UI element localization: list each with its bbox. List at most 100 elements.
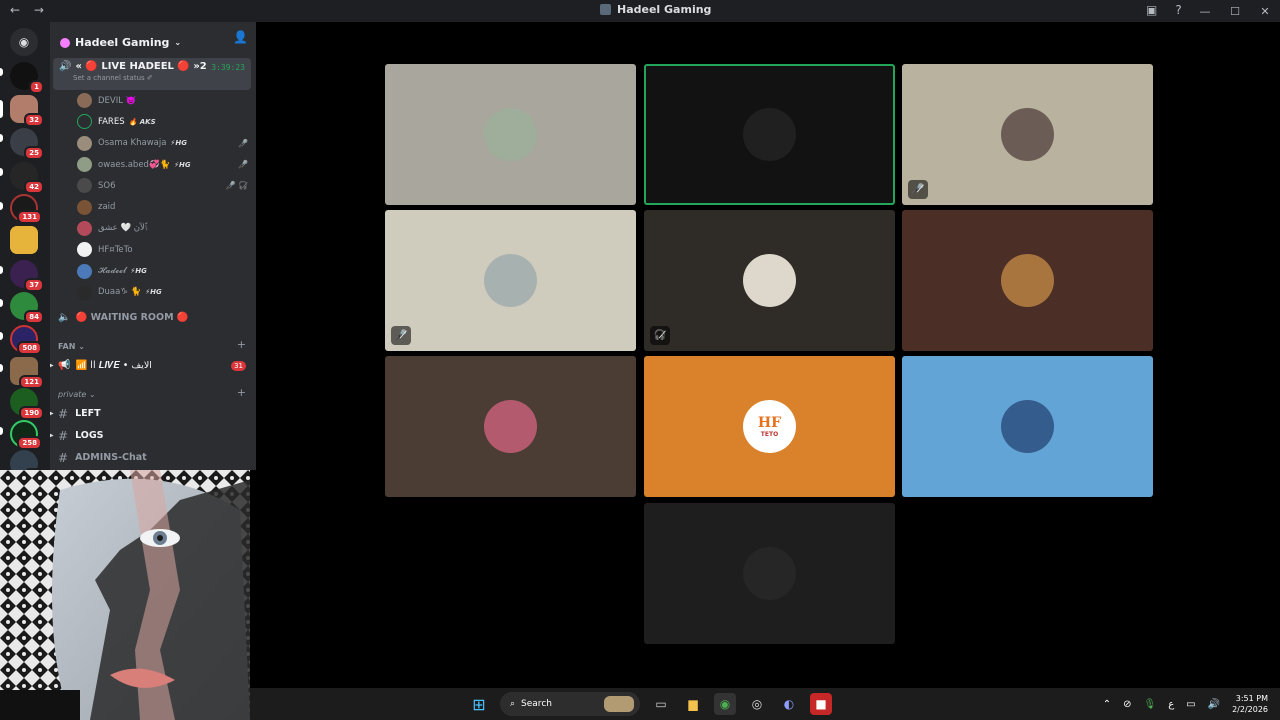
live-channel[interactable]: ▶ 📢 📶 ll 𝑳𝑰𝑽𝑬 • الايف 31: [50, 355, 256, 377]
mention-badge: 31: [231, 360, 246, 371]
server-icon[interactable]: 42: [10, 162, 44, 194]
voice-member[interactable]: HF¤TeTo: [50, 239, 256, 260]
server-icon[interactable]: 131: [10, 194, 42, 224]
text-channel[interactable]: ▶ # LOGS: [50, 425, 256, 447]
server-icon[interactable]: 190: [10, 388, 44, 420]
unread-pill: [0, 134, 3, 142]
server-icon[interactable]: 84: [10, 292, 44, 324]
chrome-icon[interactable]: ◉: [714, 693, 736, 715]
taskbar-apps: ⊞ ⌕ Search ▭ ▆ ◉ ◎ ◐ ■: [468, 692, 832, 716]
close-button[interactable]: ✕: [1250, 5, 1280, 18]
text-channel[interactable]: # ADMINS-Chat: [50, 447, 256, 469]
channel-name: ADMINS-Chat: [75, 452, 147, 464]
taskbar-search[interactable]: ⌕ Search: [500, 692, 640, 716]
voice-member[interactable]: SO6 🎤̸ 🎧̸: [50, 175, 256, 196]
server-icon[interactable]: 27: [10, 450, 44, 470]
clock-time: 3:51 PM: [1235, 694, 1268, 703]
mic-muted-icon: 🎤̸: [238, 160, 248, 170]
selected-pill: [0, 100, 3, 118]
server-icon[interactable]: 258: [10, 420, 42, 450]
voice-member[interactable]: FARES 🔥 AKS: [50, 111, 256, 132]
clock[interactable]: 3:51 PM 2/2/2026: [1232, 693, 1268, 715]
unread-arrow-icon: ▶: [50, 410, 54, 418]
microphone-icon[interactable]: 🎙: [1143, 699, 1156, 710]
speaker-icon: 🔊: [59, 61, 72, 72]
participant-tile[interactable]: [902, 356, 1153, 497]
member-name: ﭑلآن 🤍 عشق: [98, 223, 148, 234]
mic-muted-icon: 🎤̸ 🎧̸: [225, 181, 248, 191]
server-icon[interactable]: 25: [10, 128, 44, 160]
waiting-room-channel[interactable]: 🔈 🔴 WAITING ROOM 🔴: [50, 307, 256, 329]
game-app-icon[interactable]: ■: [810, 693, 832, 715]
voice-member[interactable]: 𝓗𝓪𝓭𝓮𝓮𝓵 ⚡HG: [50, 260, 256, 281]
maximize-button[interactable]: ☐: [1220, 5, 1250, 18]
server-icon[interactable]: 508: [10, 325, 42, 355]
avatar: [743, 108, 796, 161]
voice-member[interactable]: owaes.abed💞🐈 ⚡HG 🎤̸: [50, 154, 256, 175]
inbox-icon[interactable]: ▣: [1146, 3, 1157, 17]
eye-off-icon[interactable]: ⊘: [1123, 699, 1131, 710]
back-arrow-icon[interactable]: ←: [10, 3, 20, 17]
voice-member[interactable]: Duaa♑ 🐈 ⚡HG: [50, 282, 256, 303]
voice-channel-live[interactable]: 🔊 « 🔴 LIVE HADEEL 🔴 »2 3:39:23 Set a cha…: [53, 58, 251, 90]
participant-tile[interactable]: 🎧̸: [644, 210, 895, 351]
category-fan[interactable]: FAN ⌄ +: [50, 329, 256, 355]
member-name: 𝓗𝓪𝓭𝓮𝓮𝓵: [98, 266, 127, 277]
discord-icon[interactable]: ◐: [778, 693, 800, 715]
participant-tile[interactable]: [902, 210, 1153, 351]
server-icon[interactable]: [10, 226, 38, 254]
participant-tile[interactable]: 🎤̸: [902, 64, 1153, 205]
help-icon[interactable]: ?: [1175, 3, 1181, 17]
avatar: [77, 263, 92, 279]
avatar: [743, 254, 796, 307]
participant-tile[interactable]: [385, 64, 636, 205]
text-channel[interactable]: ▶ # LEFT: [50, 403, 256, 425]
boost-icon: [60, 37, 70, 48]
server-icon[interactable]: 1: [10, 62, 44, 94]
window-title-text: Hadeel Gaming: [617, 3, 712, 16]
participant-tile[interactable]: [644, 503, 895, 644]
mic-muted-icon: 🎤̸: [391, 326, 411, 345]
file-explorer-icon[interactable]: ▆: [682, 693, 704, 715]
participant-tile[interactable]: [644, 64, 895, 205]
participant-tile[interactable]: [385, 356, 636, 497]
language-indicator[interactable]: ع: [1168, 699, 1174, 710]
voice-member[interactable]: Osama Khawaja ⚡HG 🎤̸: [50, 133, 256, 154]
volume-icon[interactable]: 🔊: [1208, 699, 1220, 710]
discord-home-icon[interactable]: ◉: [10, 28, 38, 56]
channel-status[interactable]: Set a channel status ✐: [73, 74, 245, 82]
unread-pill: [0, 266, 3, 274]
network-icon[interactable]: ▭: [1186, 699, 1195, 710]
server-badge: 37: [24, 278, 44, 292]
task-view-icon[interactable]: ▭: [650, 693, 672, 715]
participant-tile[interactable]: 🎤̸: [385, 210, 636, 351]
windows-start-icon[interactable]: ⊞: [468, 693, 490, 715]
server-badge: 32: [24, 113, 44, 127]
channel-name: LEFT: [75, 408, 101, 420]
category-private[interactable]: private ⌄ +: [50, 377, 256, 403]
server-icon[interactable]: 121: [10, 357, 44, 389]
unread-arrow-icon: ▶: [50, 362, 54, 370]
guild-name: Hadeel Gaming: [75, 36, 170, 49]
server-icon[interactable]: 32: [10, 95, 44, 127]
invite-people-icon[interactable]: 👤: [233, 30, 248, 44]
voice-member[interactable]: ﭑلآن 🤍 عشق: [50, 218, 256, 239]
member-name: Duaa♑ 🐈: [98, 287, 142, 298]
add-channel-icon[interactable]: +: [237, 386, 246, 399]
unread-pill: [0, 332, 3, 340]
participant-tile[interactable]: HF TETO: [644, 356, 895, 497]
voice-member[interactable]: DEVIL 👿: [50, 90, 256, 111]
search-label: Search: [521, 699, 552, 709]
add-channel-icon[interactable]: +: [237, 338, 246, 351]
guild-header[interactable]: Hadeel Gaming ⌄ 👤: [50, 22, 256, 54]
avatar: [77, 157, 92, 173]
voice-stage: 🎤̸ 🎤̸ 🎧̸ HF TETO: [256, 22, 1280, 688]
chevron-up-icon[interactable]: ⌃: [1103, 699, 1111, 710]
voice-member[interactable]: zaid: [50, 196, 256, 217]
obs-icon[interactable]: ◎: [746, 693, 768, 715]
minimize-button[interactable]: —: [1190, 5, 1220, 18]
forward-arrow-icon[interactable]: →: [34, 3, 44, 17]
member-tag: ⚡HG: [170, 139, 187, 148]
server-icon[interactable]: 37: [10, 260, 44, 292]
avatar: [77, 93, 92, 109]
